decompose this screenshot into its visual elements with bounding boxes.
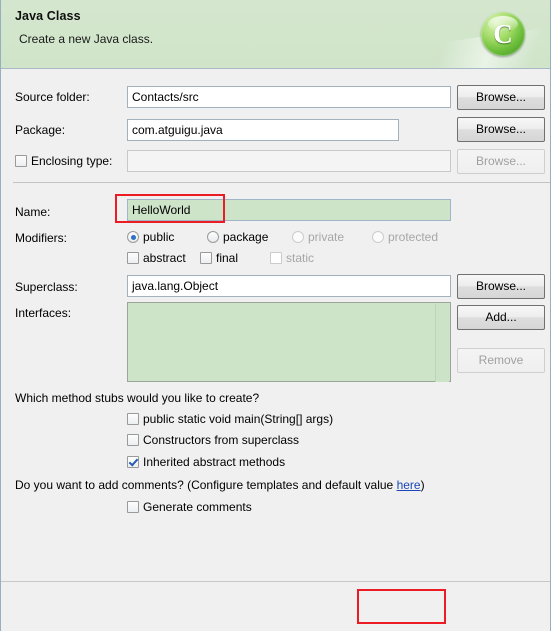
modifier-checkbox-final[interactable]	[200, 252, 212, 264]
java-class-badge-icon: C	[481, 12, 525, 56]
modifier-checkbox-static	[270, 252, 282, 264]
java-class-badge-letter: C	[493, 19, 513, 49]
superclass-input[interactable]: java.lang.Object	[127, 275, 451, 297]
class-name-input[interactable]: HelloWorld	[127, 199, 451, 221]
page-title: Java Class	[15, 9, 81, 23]
modifier-radio-package[interactable]	[207, 231, 219, 243]
modifier-radio-private-label: private	[308, 230, 345, 244]
generate-comments-checkbox[interactable]	[127, 501, 139, 513]
stub-checkbox-inherited-abstract[interactable]	[127, 456, 139, 468]
dialog-header: Java Class Create a new Java class. C	[1, 0, 550, 69]
package-browse-button[interactable]: Browse...	[457, 117, 545, 142]
interfaces-add-button[interactable]: Add...	[457, 305, 545, 330]
source-folder-label: Source folder:	[15, 90, 90, 104]
class-name-label: Name:	[15, 205, 51, 219]
generate-comments-label: Generate comments	[143, 500, 252, 514]
comments-question-prefix: Do you want to add comments? (Configure …	[15, 478, 397, 492]
stub-checkbox-main-method-label: public static void main(String[] args)	[143, 412, 334, 426]
stub-checkbox-constructors-label: Constructors from superclass	[143, 433, 300, 447]
source-folder-browse-button[interactable]: Browse...	[457, 85, 545, 110]
dialog-footer: ? Finish Cancel	[1, 582, 550, 631]
enclosing-type-browse-button: Browse...	[457, 149, 545, 174]
source-folder-input[interactable]: Contacts/src	[127, 86, 451, 108]
method-stubs-question: Which method stubs would you like to cre…	[15, 391, 260, 405]
enclosing-type-label: Enclosing type:	[31, 154, 113, 168]
modifier-radio-protected-label: protected	[388, 230, 439, 244]
modifier-checkbox-abstract-label: abstract	[143, 251, 186, 265]
interfaces-list[interactable]	[127, 302, 451, 382]
superclass-label: Superclass:	[15, 280, 78, 294]
package-label: Package:	[15, 123, 66, 137]
configure-templates-link[interactable]: here	[397, 478, 421, 492]
modifier-radio-private	[292, 231, 304, 243]
modifier-checkbox-abstract[interactable]	[127, 252, 139, 264]
stub-checkbox-constructors[interactable]	[127, 434, 139, 446]
comments-question-suffix: )	[420, 478, 425, 492]
comments-question: Do you want to add comments? (Configure …	[15, 478, 425, 492]
new-java-class-dialog: Java Class Create a new Java class. C So…	[0, 0, 551, 631]
stub-checkbox-inherited-abstract-label: Inherited abstract methods	[143, 455, 286, 469]
interfaces-remove-button: Remove	[457, 348, 545, 373]
interfaces-scrollbar[interactable]	[435, 304, 449, 382]
enclosing-type-input	[127, 150, 451, 172]
modifier-radio-public[interactable]	[127, 231, 139, 243]
package-input[interactable]: com.atguigu.java	[127, 119, 399, 141]
modifiers-label: Modifiers:	[15, 231, 68, 245]
divider-top	[13, 182, 550, 183]
interfaces-label: Interfaces:	[15, 306, 72, 320]
stub-checkbox-main-method[interactable]	[127, 413, 139, 425]
modifier-checkbox-final-label: final	[216, 251, 239, 265]
modifier-checkbox-static-label: static	[286, 251, 315, 265]
modifier-radio-public-label: public	[143, 230, 175, 244]
page-subtitle: Create a new Java class.	[19, 32, 154, 46]
modifier-radio-protected	[372, 231, 384, 243]
modifier-radio-package-label: package	[223, 230, 269, 244]
superclass-browse-button[interactable]: Browse...	[457, 274, 545, 299]
enclosing-type-checkbox[interactable]	[15, 155, 27, 167]
